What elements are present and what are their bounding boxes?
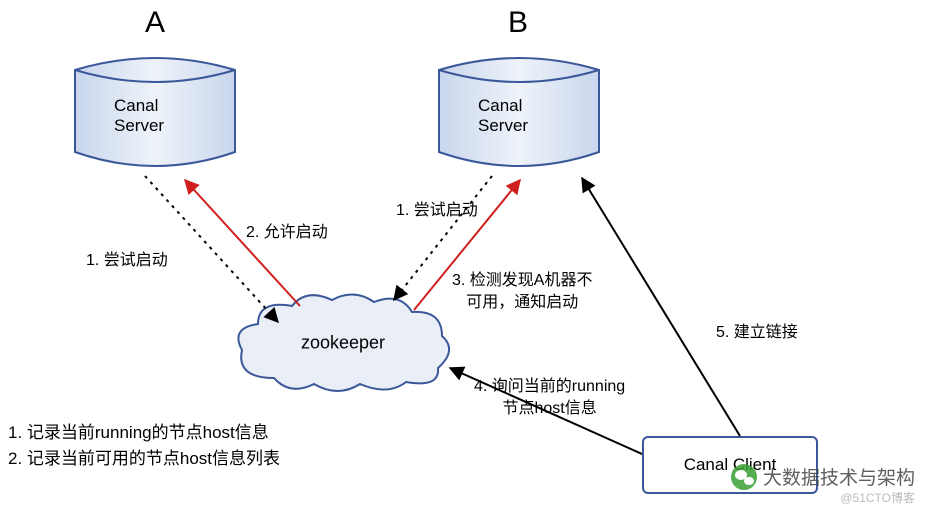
label-client-query-line2: 节点host信息 — [474, 398, 625, 420]
zookeeper-label: zookeeper — [301, 333, 385, 354]
label-b-try: 1. 尝试启动 — [396, 200, 478, 222]
watermark-main: 大数据技术与架构 — [731, 463, 915, 490]
label-a-try: 1. 尝试启动 — [86, 250, 168, 272]
node-a-label: Canal Server — [114, 96, 196, 136]
footnote-2: 2. 记录当前可用的节点host信息列表 — [8, 446, 280, 472]
node-a-server: Canal Server — [73, 52, 237, 172]
label-b-detect: 3. 检测发现A机器不 可用，通知启动 — [452, 270, 592, 315]
node-b-title: B — [508, 6, 528, 40]
watermark-sub: @51CTO博客 — [840, 489, 915, 506]
label-client-connect: 5. 建立链接 — [716, 322, 798, 344]
node-b-label: Canal Server — [478, 96, 560, 136]
label-client-query: 4. 询问当前的running 节点host信息 — [474, 376, 625, 421]
wechat-icon — [731, 464, 757, 490]
node-zookeeper: zookeeper — [228, 288, 458, 396]
footnote-1: 1. 记录当前running的节点host信息 — [8, 420, 269, 446]
node-a-title: A — [145, 6, 165, 40]
label-a-allow: 2. 允许启动 — [246, 222, 328, 244]
label-client-query-line1: 4. 询问当前的running — [474, 376, 625, 398]
watermark-main-text: 大数据技术与架构 — [763, 463, 915, 490]
label-b-detect-line1: 3. 检测发现A机器不 — [452, 270, 592, 292]
node-b-server: Canal Server — [437, 52, 601, 172]
label-b-detect-line2: 可用，通知启动 — [452, 292, 592, 314]
